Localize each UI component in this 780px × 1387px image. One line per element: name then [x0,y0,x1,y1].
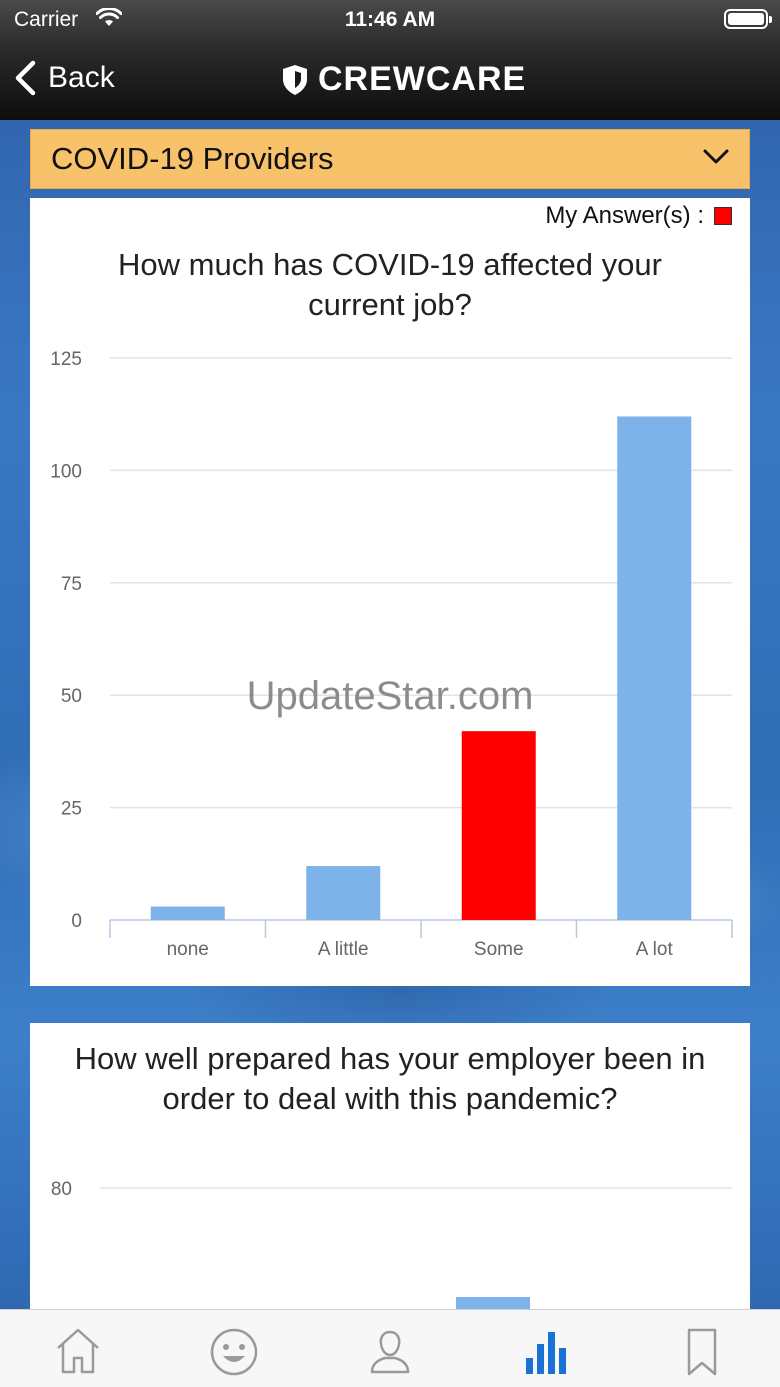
y-tick-label: 100 [50,461,82,482]
dropdown-selected-value: COVID-19 Providers [51,141,334,176]
chart-card: How well prepared has your employer been… [30,1023,750,1313]
smiley-icon [210,1328,258,1376]
battery-icon [724,9,772,29]
back-button[interactable]: Back [14,56,115,100]
y-tick-label: 80 [51,1179,72,1200]
brand-name: CREWCARE [318,60,527,98]
tab-bookmarks[interactable] [672,1320,732,1380]
chevron-down-icon [703,149,729,164]
bar-chart: 0255075100125none A little Some A lot [50,349,733,960]
profile-icon [370,1330,410,1374]
bar-some [461,731,536,920]
bar-a-lot [617,416,692,920]
tab-bar [0,1309,780,1387]
status-time: 11:46 AM [344,8,436,31]
y-tick-label: 25 [61,799,82,820]
shield-icon [283,64,307,95]
chevron-left-icon [15,60,36,96]
bar-chart-icon [526,1332,566,1374]
brand-logo: CREWCARE [282,60,526,99]
back-label: Back [48,61,115,94]
top-bar: Carrier 11:46 AM Back CREWCARE [0,0,780,120]
x-tick-label: none [167,939,209,960]
watermark: UpdateStar.com [246,674,534,718]
chart-card: My Answer(s) : How much has COVID-19 aff… [30,198,750,986]
tab-statistics[interactable] [516,1320,576,1380]
y-tick-label: 0 [71,911,82,932]
y-tick-label: 125 [50,349,82,370]
bar-chart: 80 [51,1179,732,1313]
bar-none [150,906,225,920]
x-tick-label: A lot [636,939,674,960]
home-icon [57,1328,99,1374]
tab-profile[interactable] [360,1320,420,1380]
x-tick-label: A little [318,939,369,960]
category-dropdown[interactable]: COVID-19 Providers [30,129,750,189]
tab-home[interactable] [48,1320,108,1380]
bar-a-little [306,866,381,920]
tab-mood[interactable] [204,1320,264,1380]
x-tick-label: Some [474,939,524,960]
y-tick-label: 75 [61,574,82,595]
bookmark-icon [687,1328,717,1376]
